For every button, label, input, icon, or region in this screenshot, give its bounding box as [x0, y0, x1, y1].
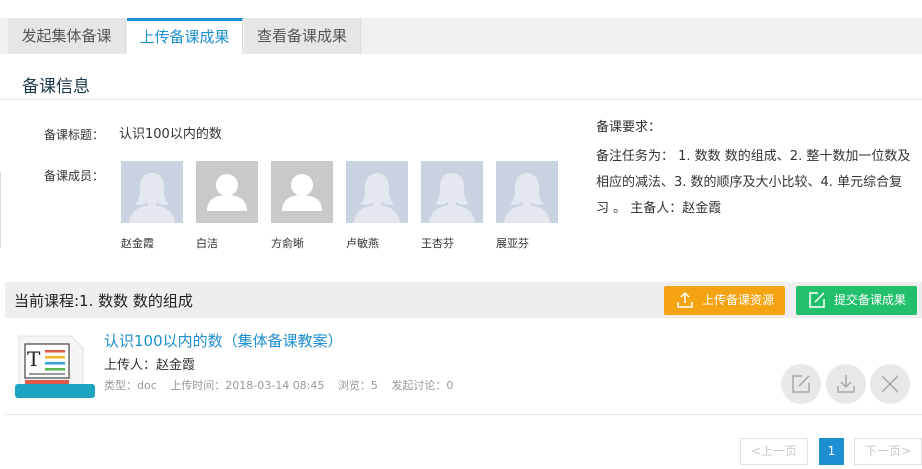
member-name: 展亚芬	[496, 237, 529, 250]
edit-resource-button[interactable]	[781, 364, 821, 404]
female-avatar-icon	[496, 161, 558, 223]
member-card: 赵金霞	[121, 161, 183, 250]
member-card: 方俞晰	[271, 161, 333, 250]
female-avatar-icon	[421, 161, 483, 223]
member-card: 展亚芬	[496, 161, 558, 250]
resource-views: 浏览：5	[337, 379, 378, 392]
download-icon	[837, 375, 855, 393]
resource-discussion: 发起讨论：0	[391, 379, 454, 392]
requirements-label: 备课要求：	[596, 120, 662, 135]
close-icon	[881, 375, 899, 393]
current-course-bar: 当前课程:1. 数数 数的组成 上传备课资源 提交备课成果	[5, 282, 922, 318]
member-card: 白洁	[196, 161, 258, 250]
divider	[5, 414, 922, 415]
resource-meta: 类型：doc 上传时间：2018-03-14 08:45 浏览：5 发起讨论：0	[104, 377, 463, 393]
upload-resource-button[interactable]: 上传备课资源	[664, 286, 785, 315]
tab-bar: 发起集体备课 上传备课成果 查看备课成果	[0, 18, 922, 54]
member-name: 方俞晰	[271, 237, 304, 250]
next-page-button[interactable]: 下一页>	[854, 438, 922, 465]
delete-resource-button[interactable]	[870, 364, 910, 404]
prep-title-label: 备课标题：	[44, 128, 105, 142]
download-resource-button[interactable]	[826, 364, 866, 404]
tab-start-collective-prep[interactable]: 发起集体备课	[8, 18, 126, 54]
submit-results-label: 提交备课成果	[834, 293, 907, 307]
requirements-text: 备注任务为： 1. 数数 数的组成、2. 整十数加一位数及相应的减法、3. 数的…	[596, 149, 911, 216]
resource-upload-time: 上传时间：2018-03-14 08:45	[170, 379, 325, 392]
submit-results-button[interactable]: 提交备课成果	[796, 286, 917, 315]
tab-view-prep-results[interactable]: 查看备课成果	[244, 18, 361, 54]
divider	[0, 99, 922, 100]
member-card: 卢敏燕	[346, 161, 408, 250]
edit-icon	[792, 375, 810, 393]
female-avatar-icon	[346, 161, 408, 223]
divider	[0, 172, 1, 248]
tab-upload-prep-results[interactable]: 上传备课成果	[127, 18, 243, 54]
section-title: 备课信息	[22, 77, 90, 97]
members-label: 备课成员：	[44, 169, 105, 183]
resource-type: 类型：doc	[104, 379, 157, 392]
current-course-title: 当前课程:1. 数数 数的组成	[14, 292, 193, 310]
svg-text:T: T	[27, 347, 41, 371]
member-name: 赵金霞	[121, 237, 154, 250]
resource-title-link[interactable]: 认识100以内的数（集体备课教案）	[104, 330, 343, 351]
upload-icon	[677, 291, 693, 308]
prev-page-button[interactable]: <上一页	[740, 438, 808, 465]
member-card: 王杏芬	[421, 161, 483, 250]
edit-document-icon	[809, 292, 825, 308]
resource-uploader: 上传人：赵金霞	[104, 358, 196, 373]
upload-resource-label: 上传备课资源	[702, 293, 775, 307]
member-name: 王杏芬	[421, 237, 454, 250]
page-1-button[interactable]: 1	[819, 438, 844, 465]
member-name: 白洁	[196, 237, 218, 250]
female-avatar-icon	[121, 161, 183, 223]
prep-title-value: 认识100以内的数	[119, 127, 222, 142]
text-document-icon: T	[15, 330, 95, 400]
member-name: 卢敏燕	[346, 237, 379, 250]
default-avatar-icon	[196, 161, 258, 223]
default-avatar-icon	[271, 161, 333, 223]
